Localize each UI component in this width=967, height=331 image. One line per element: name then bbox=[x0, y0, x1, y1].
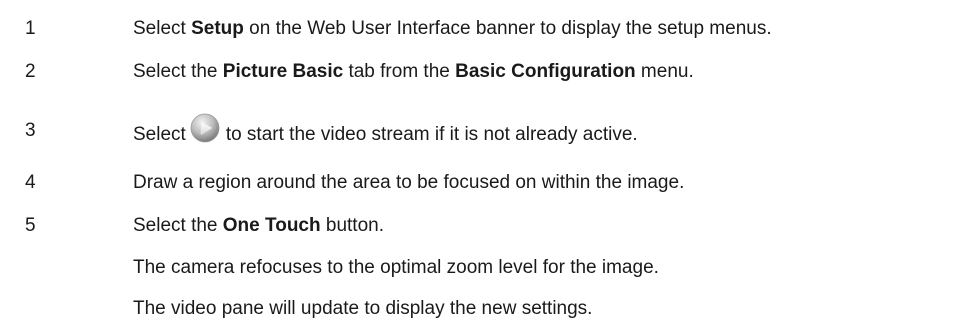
step-2-mid: tab from the bbox=[343, 61, 456, 82]
step-1-mid: on the Web User Interface banner to disp… bbox=[243, 18, 772, 39]
picture-basic-label: Picture Basic bbox=[222, 61, 344, 82]
step-3-pre: Select bbox=[133, 124, 186, 145]
step-3-text: Select to start the video stream if it i… bbox=[133, 113, 638, 152]
step-2-pre: Select the bbox=[133, 61, 223, 82]
step-1-pre: Select bbox=[133, 18, 192, 39]
step-1-text: Select Setup on the Web User Interface b… bbox=[133, 18, 772, 40]
step-5-number: 5 bbox=[25, 215, 36, 236]
step-4-number: 4 bbox=[25, 172, 36, 193]
step-2-post: menu. bbox=[635, 61, 694, 82]
step-5-text: Select the One Touch button. bbox=[133, 215, 384, 237]
step-4-text: Draw a region around the area to be focu… bbox=[133, 172, 685, 193]
step-5-post: button. bbox=[320, 215, 384, 236]
play-icon bbox=[190, 113, 220, 143]
step-1-number: 1 bbox=[25, 18, 36, 39]
step-3-number: 3 bbox=[25, 120, 36, 141]
step-2-number: 2 bbox=[25, 61, 36, 82]
basic-configuration-label: Basic Configuration bbox=[455, 61, 636, 82]
result-note-1: The camera refocuses to the optimal zoom… bbox=[133, 257, 659, 278]
step-3-post: to start the video stream if it is not a… bbox=[225, 124, 638, 145]
setup-label: Setup bbox=[191, 18, 244, 39]
step-5-pre: Select the bbox=[133, 215, 223, 236]
one-touch-label: One Touch bbox=[222, 215, 321, 236]
step-2-text: Select the Picture Basic tab from the Ba… bbox=[133, 61, 694, 83]
result-note-2: The video pane will update to display th… bbox=[133, 298, 593, 319]
